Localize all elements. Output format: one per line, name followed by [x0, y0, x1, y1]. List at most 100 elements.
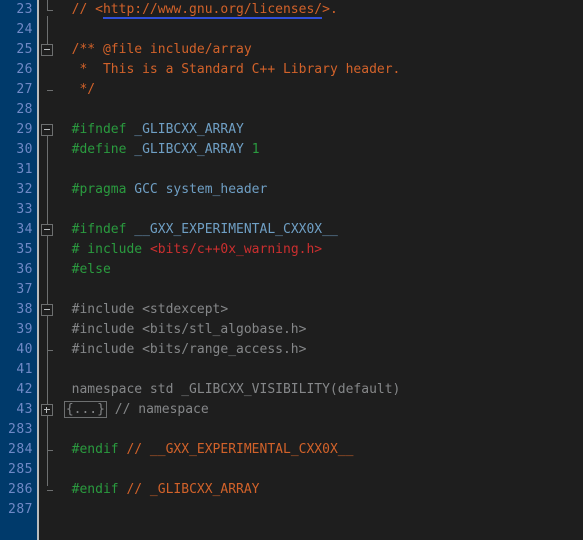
fold-region-end-icon	[47, 90, 53, 91]
line-number: 35	[16, 242, 33, 257]
fold-region-branch-icon	[47, 350, 53, 351]
line-number: 37	[16, 282, 33, 297]
url-link[interactable]: http://www.gnu.org/licenses/	[102, 2, 323, 19]
code-token: // namespace	[106, 402, 209, 417]
fold-collapse-icon[interactable]	[41, 304, 53, 316]
line-number: 286	[8, 482, 33, 497]
code-token: // __GXX_EXPERIMENTAL_CXX0X__	[126, 442, 354, 457]
line-number: 283	[8, 422, 33, 437]
code-line[interactable]: */	[56, 80, 95, 100]
fold-region-end-icon	[47, 10, 53, 11]
code-line[interactable]: #endif // __GXX_EXPERIMENTAL_CXX0X__	[56, 440, 354, 460]
line-number: 25	[16, 42, 33, 57]
line-number: 32	[16, 182, 33, 197]
code-line[interactable]: namespace std _GLIBCXX_VISIBILITY(defaul…	[56, 380, 401, 400]
code-token: * This is a Standard C++ Library header.	[79, 62, 401, 77]
line-number: 27	[16, 82, 33, 97]
code-token: #endif	[71, 442, 119, 457]
line-number: 287	[8, 502, 33, 517]
code-token: GCC system_header	[134, 182, 268, 197]
code-token: >.	[322, 2, 338, 17]
code-token: #endif	[71, 482, 119, 497]
collapsed-fold-placeholder[interactable]: {...}	[63, 400, 107, 418]
code-line[interactable]: # include <bits/c++0x_warning.h>	[56, 240, 322, 260]
gutter-separator	[37, 0, 39, 540]
code-token: #pragma	[71, 182, 127, 197]
code-token: #include <stdexcept>	[71, 302, 229, 317]
code-token: _GLIBCXX_ARRAY	[134, 142, 244, 157]
code-token: #ifndef	[71, 222, 127, 237]
line-number: 38	[16, 302, 33, 317]
code-line[interactable]: #else	[56, 260, 111, 280]
code-line[interactable]: /** @file include/array	[56, 40, 252, 60]
fold-collapse-icon[interactable]	[41, 124, 53, 136]
code-token: #define	[71, 142, 127, 157]
line-number: 43	[16, 402, 33, 417]
code-token: // _GLIBCXX_ARRAY	[126, 482, 260, 497]
line-number: 285	[8, 462, 33, 477]
line-number: 23	[16, 2, 33, 17]
code-token: #include <bits/stl_algobase.h>	[71, 322, 307, 337]
code-token: <bits/c++0x_warning.h>	[149, 242, 323, 257]
code-line[interactable]: * This is a Standard C++ Library header.	[56, 60, 400, 80]
code-line[interactable]: #include <bits/stl_algobase.h>	[56, 320, 307, 340]
code-token: # include	[71, 242, 143, 257]
line-number: 30	[16, 142, 33, 157]
code-line[interactable]: #define _GLIBCXX_ARRAY 1	[56, 140, 260, 160]
code-token: /** @file include/array	[71, 42, 252, 57]
line-number: 24	[16, 22, 33, 37]
line-number: 33	[16, 202, 33, 217]
code-line[interactable]: #endif // _GLIBCXX_ARRAY	[56, 480, 260, 500]
line-number: 39	[16, 322, 33, 337]
code-line[interactable]: #pragma GCC system_header	[56, 180, 268, 200]
line-number: 42	[16, 382, 33, 397]
line-number: 34	[16, 222, 33, 237]
line-number: 31	[16, 162, 33, 177]
code-content-area[interactable]: // <http://www.gnu.org/licenses/>. /** @…	[56, 0, 583, 540]
fold-region-end-icon	[47, 490, 53, 491]
code-line[interactable]: // <http://www.gnu.org/licenses/>.	[56, 0, 338, 20]
code-line[interactable]: #ifndef _GLIBCXX_ARRAY	[56, 120, 244, 140]
code-token: _GLIBCXX_ARRAY	[134, 122, 244, 137]
code-token: #include <bits/range_access.h>	[71, 342, 307, 357]
code-token: #ifndef	[71, 122, 127, 137]
line-number: 36	[16, 262, 33, 277]
code-token: namespace std _GLIBCXX_VISIBILITY(defaul…	[71, 382, 401, 397]
code-line[interactable]: #include <stdexcept>	[56, 300, 229, 320]
fold-collapse-icon[interactable]	[41, 44, 53, 56]
fold-collapse-icon[interactable]	[41, 224, 53, 236]
code-folding-column[interactable]	[39, 0, 56, 540]
code-line[interactable]: {...} // namespace	[56, 400, 209, 420]
line-number-gutter[interactable]: 23 24 25 26 27 28 29 30 31 32 33 34 35 36 37 38 39 40 41 42…	[0, 0, 37, 540]
fold-expand-icon[interactable]	[41, 404, 53, 416]
code-line[interactable]: #ifndef __GXX_EXPERIMENTAL_CXX0X__	[56, 220, 338, 240]
code-token: // <	[71, 2, 103, 17]
code-token: 1	[251, 142, 260, 157]
code-editor[interactable]: 23 24 25 26 27 28 29 30 31 32 33 34 35 36 37 38 39 40 41 42…	[0, 0, 583, 540]
code-line[interactable]: #include <bits/range_access.h>	[56, 340, 307, 360]
line-number: 28	[16, 102, 33, 117]
code-token: */	[79, 82, 96, 97]
line-number: 26	[16, 62, 33, 77]
line-number: 40	[16, 342, 33, 357]
code-token: __GXX_EXPERIMENTAL_CXX0X__	[134, 222, 338, 237]
